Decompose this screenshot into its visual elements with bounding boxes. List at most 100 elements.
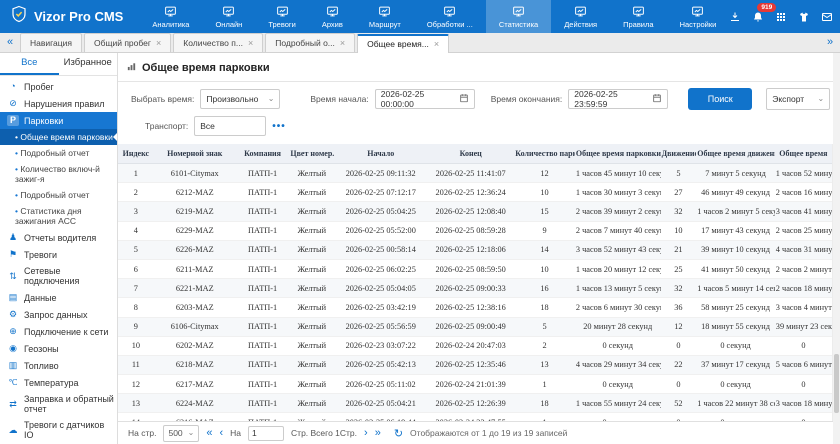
tab-close-icon[interactable]: × — [434, 40, 439, 49]
table-row[interactable]: 11 6218-MAZ ПАТП-1 Желтый 2026-02-25 05:… — [118, 355, 832, 374]
table-row[interactable]: 4 6229-MAZ ПАТП-1 Желтый 2026-02-25 05:5… — [118, 221, 832, 240]
nav-rules[interactable]: Правила — [610, 0, 666, 33]
table-row[interactable]: 5 6226-MAZ ПАТП-1 Желтый 2026-02-25 00:5… — [118, 240, 832, 259]
vertical-scrollbar[interactable] — [833, 53, 840, 444]
sidebar-item-geofences[interactable]: Геозоны — [0, 340, 117, 357]
table-row[interactable]: 7 6221-MAZ ПАТП-1 Желтый 2026-02-25 05:0… — [118, 279, 832, 298]
sidebar-item-refuel-report[interactable]: Заправка и обратный отчет — [0, 391, 117, 417]
more-options-button[interactable]: ••• — [272, 121, 286, 132]
last-page-button[interactable]: » — [375, 428, 381, 439]
download-icon[interactable] — [729, 11, 741, 23]
table-row[interactable]: 12 6217-MAZ ПАТП-1 Желтый 2026-02-25 05:… — [118, 375, 832, 394]
cell-total-parking-time: 4 часов 29 минут 34 секунд — [575, 355, 661, 374]
time-range-select[interactable]: Произвольно ⌄ — [200, 89, 280, 109]
table-row[interactable]: 1 6101-Citymax ПАТП-1 Желтый 2026-02-25 … — [118, 164, 832, 183]
sidebar-item-network-connections[interactable]: Сетевые подключения — [0, 263, 117, 289]
app-logo[interactable]: Vizor Pro CMS — [0, 0, 139, 33]
table-row[interactable]: 3 6219-MAZ ПАТП-1 Желтый 2026-02-25 05:0… — [118, 202, 832, 221]
sidebar-item-temperature[interactable]: Температура — [0, 374, 117, 391]
tab-close-icon[interactable]: × — [248, 39, 253, 48]
cell-total-movement-time: 37 минут 17 секунд — [696, 355, 775, 374]
end-time-input[interactable]: 2026-02-25 23:59:59 — [568, 89, 668, 109]
nav-analytics[interactable]: Аналитика — [139, 0, 202, 33]
cell-plate: 6217-MAZ — [154, 375, 236, 394]
calendar-icon[interactable] — [459, 93, 469, 105]
tab-detailed[interactable]: Подробный о... × — [265, 33, 355, 52]
column-header[interactable]: Компания — [236, 144, 290, 164]
column-header[interactable]: Общее время движения — [696, 144, 775, 164]
nav-processing[interactable]: Обработки ... — [414, 0, 486, 33]
first-page-button[interactable]: « — [206, 428, 212, 439]
table-row[interactable]: 14 6216-MAZ ПАТП-1 Желтый 2026-02-25 06:… — [118, 413, 832, 421]
nav-online[interactable]: Онлайн — [202, 0, 255, 33]
sidebar-item-ignition-day-stats[interactable]: Статистика дня зажигания ACC — [0, 203, 117, 229]
tabs-scroll-left-icon[interactable]: « — [0, 33, 20, 52]
sidebar-tab-all[interactable]: Все — [0, 53, 59, 75]
tab-total-time[interactable]: Общее время... × — [357, 34, 449, 53]
tab-quantity[interactable]: Количество п... × — [173, 33, 263, 52]
column-header[interactable]: Номерной знак — [154, 144, 236, 164]
cell-index: 11 — [118, 355, 154, 374]
column-header[interactable]: Общее время парковки — [575, 144, 661, 164]
nav-actions[interactable]: Действия — [551, 0, 610, 33]
shirt-icon[interactable] — [798, 11, 810, 23]
nav-statistics[interactable]: Статистика — [486, 0, 551, 33]
table-row[interactable]: 13 6224-MAZ ПАТП-1 Желтый 2026-02-25 05:… — [118, 394, 832, 413]
table-row[interactable]: 2 6212-MAZ ПАТП-1 Желтый 2026-02-25 07:1… — [118, 183, 832, 202]
sidebar-item-ignition-count[interactable]: Количество включ-й зажиг-я — [0, 161, 117, 187]
sidebar-item-detailed-report-2[interactable]: Подробный отчет — [0, 187, 117, 203]
sidebar-item-total-parking-time[interactable]: Общее время парковки — [0, 129, 117, 145]
table-row[interactable]: 8 6203-MAZ ПАТП-1 Желтый 2026-02-25 03:4… — [118, 298, 832, 317]
column-header[interactable]: Общее время — [775, 144, 832, 164]
table-row[interactable]: 10 6202-MAZ ПАТП-1 Желтый 2026-02-23 03:… — [118, 336, 832, 355]
sidebar-item-detailed-report-1[interactable]: Подробный отчет — [0, 145, 117, 161]
per-page-select[interactable]: 500 ⌄ — [163, 425, 199, 442]
table-row[interactable]: 9 6106-Citymax ПАТП-1 Желтый 2026-02-25 … — [118, 317, 832, 336]
sidebar-item-driver-reports[interactable]: Отчеты водителя — [0, 229, 117, 246]
calendar-icon[interactable] — [652, 93, 662, 105]
cell-end-time: 2026-02-25 12:26:39 — [427, 394, 514, 413]
cell-end-time: 2026-02-25 08:59:28 — [427, 221, 514, 240]
nav-alarms[interactable]: Тревоги — [255, 0, 309, 33]
start-time-input[interactable]: 2026-02-25 00:00:00 — [375, 89, 475, 109]
column-header[interactable]: Цвет номер. — [289, 144, 334, 164]
column-header[interactable]: Конец — [427, 144, 514, 164]
search-button[interactable]: Поиск — [688, 88, 752, 110]
nav-settings[interactable]: Настройки — [667, 0, 730, 33]
column-header[interactable]: Индекс — [118, 144, 154, 164]
page-number-input[interactable] — [248, 426, 284, 441]
notifications-bell-icon[interactable]: 919 — [752, 11, 764, 23]
sidebar-item-io-sensor-alarms[interactable]: Тревоги с датчиков IO — [0, 417, 117, 443]
column-header[interactable]: Движение — [661, 144, 697, 164]
mail-icon[interactable] — [821, 11, 833, 23]
tabs-scroll-right-icon[interactable]: » — [820, 33, 840, 52]
sidebar-item-data[interactable]: Данные — [0, 289, 117, 306]
export-button[interactable]: Экспорт ⌄ — [766, 88, 830, 110]
column-header[interactable]: Начало — [334, 144, 427, 164]
parking-report-table: ИндексНомерной знакКомпанияЦвет номер.На… — [118, 144, 832, 421]
next-page-button[interactable]: › — [364, 428, 368, 439]
tab-close-icon[interactable]: × — [340, 39, 345, 48]
table-row[interactable]: 6 6211-MAZ ПАТП-1 Желтый 2026-02-25 06:0… — [118, 259, 832, 278]
tab-close-icon[interactable]: × — [156, 39, 161, 48]
sidebar-tab-favorites[interactable]: Избранное — [59, 53, 118, 75]
prev-page-button[interactable]: ‹ — [219, 428, 223, 439]
cell-company: ПАТП-1 — [236, 298, 290, 317]
tab-total-mileage[interactable]: Общий пробег × — [84, 33, 171, 52]
transport-input[interactable]: Все — [194, 116, 266, 136]
sidebar-item-fuel[interactable]: Топливо — [0, 357, 117, 374]
nav-archive[interactable]: Архив — [309, 0, 356, 33]
nav-route[interactable]: Маршрут — [356, 0, 414, 33]
apps-grid-icon[interactable] — [775, 11, 787, 23]
sidebar-item-alarms[interactable]: Тревоги — [0, 246, 117, 263]
sidebar-item-rule-violations[interactable]: Нарушения правил — [0, 95, 117, 112]
column-header[interactable]: Количество парков — [514, 144, 575, 164]
scrollbar-thumb[interactable] — [834, 354, 839, 413]
cell-company: ПАТП-1 — [236, 317, 290, 336]
sidebar-item-network-connect[interactable]: Подключение к сети — [0, 323, 117, 340]
sidebar-item-mileage[interactable]: Пробег — [0, 78, 117, 95]
refresh-icon[interactable]: ↻ — [394, 427, 403, 440]
sidebar-group-parking[interactable]: Парковки — [0, 112, 117, 129]
sidebar-item-data-request[interactable]: Запрос данных — [0, 306, 117, 323]
tab-navigation[interactable]: Навигация — [20, 33, 82, 52]
